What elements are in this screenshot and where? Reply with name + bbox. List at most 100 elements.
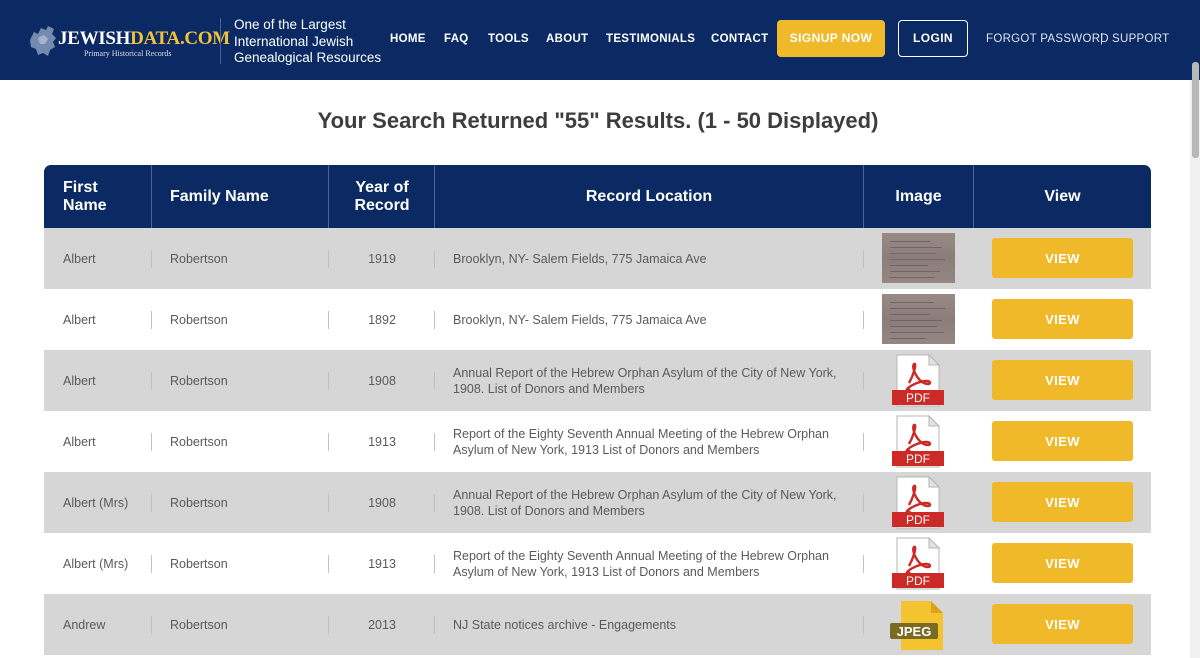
- family-name-cell: Robertson: [170, 373, 228, 388]
- first-name-cell: Andrew: [63, 617, 106, 632]
- year-cell: 1908: [368, 373, 396, 388]
- nav-home[interactable]: HOME: [390, 33, 426, 45]
- file-type-label: JPEG: [897, 624, 932, 639]
- cell-divider: [151, 555, 152, 573]
- signup-button[interactable]: SIGNUP NOW: [777, 20, 885, 57]
- year-cell: 1892: [368, 312, 396, 327]
- record-location-cell: Brooklyn, NY- Salem Fields, 775 Jamaica …: [453, 251, 707, 266]
- record-location-cell: Brooklyn, NY- Salem Fields, 775 Jamaica …: [453, 312, 707, 327]
- pdf-file-icon[interactable]: PDF: [889, 537, 947, 590]
- link-separator: |: [1100, 33, 1103, 45]
- jpeg-file-icon[interactable]: JPEG: [889, 598, 947, 651]
- record-image-thumbnail[interactable]: [882, 233, 955, 283]
- cell-divider: [151, 433, 152, 451]
- cell-divider: [151, 494, 152, 512]
- cell-divider: [434, 555, 435, 573]
- first-name-cell: Albert (Mrs): [63, 556, 129, 571]
- table-row: Andrew Robertson 2013 NJ State notices a…: [44, 594, 1151, 655]
- site-header: JEWISHDATA.COM Primary Historical Record…: [0, 0, 1200, 80]
- cell-divider: [434, 372, 435, 390]
- cell-divider: [434, 250, 435, 268]
- table-row: Albert Robertson 1908 Annual Report of t…: [44, 350, 1151, 411]
- column-record-location: Record Location: [585, 187, 713, 205]
- pdf-file-icon[interactable]: PDF: [889, 476, 947, 529]
- view-button[interactable]: VIEW: [992, 238, 1133, 278]
- view-button[interactable]: VIEW: [992, 543, 1133, 583]
- first-name-cell: Albert: [63, 312, 96, 327]
- login-button[interactable]: LOGIN: [898, 20, 968, 57]
- cell-divider: [863, 433, 864, 451]
- table-row: Albert Robertson 1892 Brooklyn, NY- Sale…: [44, 289, 1151, 350]
- nav-about[interactable]: ABOUT: [546, 33, 588, 45]
- cell-divider: [434, 494, 435, 512]
- nav-faq[interactable]: FAQ: [444, 33, 469, 45]
- nav-tools[interactable]: TOOLS: [488, 33, 529, 45]
- cell-divider: [863, 616, 864, 634]
- support-link[interactable]: SUPPORT: [1112, 33, 1169, 45]
- record-location-cell: Report of the Eighty Seventh Annual Meet…: [453, 426, 829, 457]
- record-location-cell: Annual Report of the Hebrew Orphan Asylu…: [453, 487, 837, 518]
- year-cell: 1919: [368, 251, 396, 266]
- cell-divider: [434, 311, 435, 329]
- cell-divider: [863, 372, 864, 390]
- results-table-header: First Name Family Name Year of Record Re…: [44, 165, 1151, 228]
- view-button[interactable]: VIEW: [992, 360, 1133, 400]
- family-name-cell: Robertson: [170, 251, 228, 266]
- record-location-cell: NJ State notices archive - Engagements: [453, 617, 677, 632]
- cell-divider: [863, 494, 864, 512]
- first-name-cell: Albert (Mrs): [63, 495, 129, 510]
- column-image: Image: [895, 187, 942, 205]
- page-scrollbar[interactable]: [1190, 80, 1200, 658]
- pdf-file-icon[interactable]: PDF: [889, 354, 947, 407]
- family-name-cell: Robertson: [170, 495, 228, 510]
- view-button[interactable]: VIEW: [992, 299, 1133, 339]
- first-name-cell: Albert: [63, 251, 96, 266]
- column-year: Year of Record: [354, 178, 410, 214]
- family-name-cell: Robertson: [170, 312, 228, 327]
- table-row: Albert Robertson 1919 Brooklyn, NY- Sale…: [44, 228, 1151, 289]
- file-type-label: PDF: [906, 391, 930, 405]
- first-name-cell: Albert: [63, 434, 96, 449]
- record-location-cell: Annual Report of the Hebrew Orphan Asylu…: [453, 365, 837, 396]
- header-divider: [220, 18, 221, 64]
- view-button[interactable]: VIEW: [992, 604, 1133, 644]
- file-type-label: PDF: [906, 452, 930, 466]
- first-name-cell: Albert: [63, 373, 96, 388]
- view-button[interactable]: VIEW: [992, 482, 1133, 522]
- table-row: Albert Robertson 1913 Report of the Eigh…: [44, 411, 1151, 472]
- results-heading: Your Search Returned "55" Results. (1 - …: [317, 108, 879, 133]
- cell-divider: [151, 616, 152, 634]
- family-name-cell: Robertson: [170, 556, 228, 571]
- site-logo[interactable]: JEWISHDATA.COM Primary Historical Record…: [28, 20, 230, 60]
- column-view: View: [1044, 187, 1081, 205]
- cell-divider: [151, 311, 152, 329]
- table-row: Albert (Mrs) Robertson 1913 Report of th…: [44, 533, 1151, 594]
- family-name-cell: Robertson: [170, 617, 228, 632]
- nav-testimonials[interactable]: TESTIMONIALS: [606, 33, 695, 45]
- cell-divider: [434, 433, 435, 451]
- family-name-cell: Robertson: [170, 434, 228, 449]
- record-image-thumbnail[interactable]: [882, 294, 955, 344]
- cell-divider: [863, 311, 864, 329]
- pdf-file-icon[interactable]: PDF: [889, 415, 947, 468]
- column-first-name: First Name: [63, 178, 107, 214]
- file-type-label: PDF: [906, 574, 930, 588]
- cell-divider: [434, 616, 435, 634]
- logo-wordmark: JEWISHDATA.COM: [58, 28, 230, 49]
- cell-divider: [863, 555, 864, 573]
- record-location-cell: Report of the Eighty Seventh Annual Meet…: [453, 548, 829, 579]
- column-divider: [151, 165, 152, 228]
- forgot-password-link[interactable]: FORGOT PASSWORD: [986, 33, 1109, 45]
- nav-contact[interactable]: CONTACT: [711, 33, 768, 45]
- logo-subtitle: Primary Historical Records: [84, 49, 172, 58]
- cell-divider: [863, 250, 864, 268]
- table-row: Albert (Mrs) Robertson 1908 Annual Repor…: [44, 472, 1151, 533]
- view-button[interactable]: VIEW: [992, 421, 1133, 461]
- file-type-label: PDF: [906, 513, 930, 527]
- site-tagline: One of the Largest International Jewish …: [234, 17, 382, 65]
- year-cell: 2013: [368, 617, 396, 632]
- cell-divider: [151, 372, 152, 390]
- column-family-name: Family Name: [170, 187, 269, 205]
- cell-divider: [151, 250, 152, 268]
- year-cell: 1913: [368, 434, 396, 449]
